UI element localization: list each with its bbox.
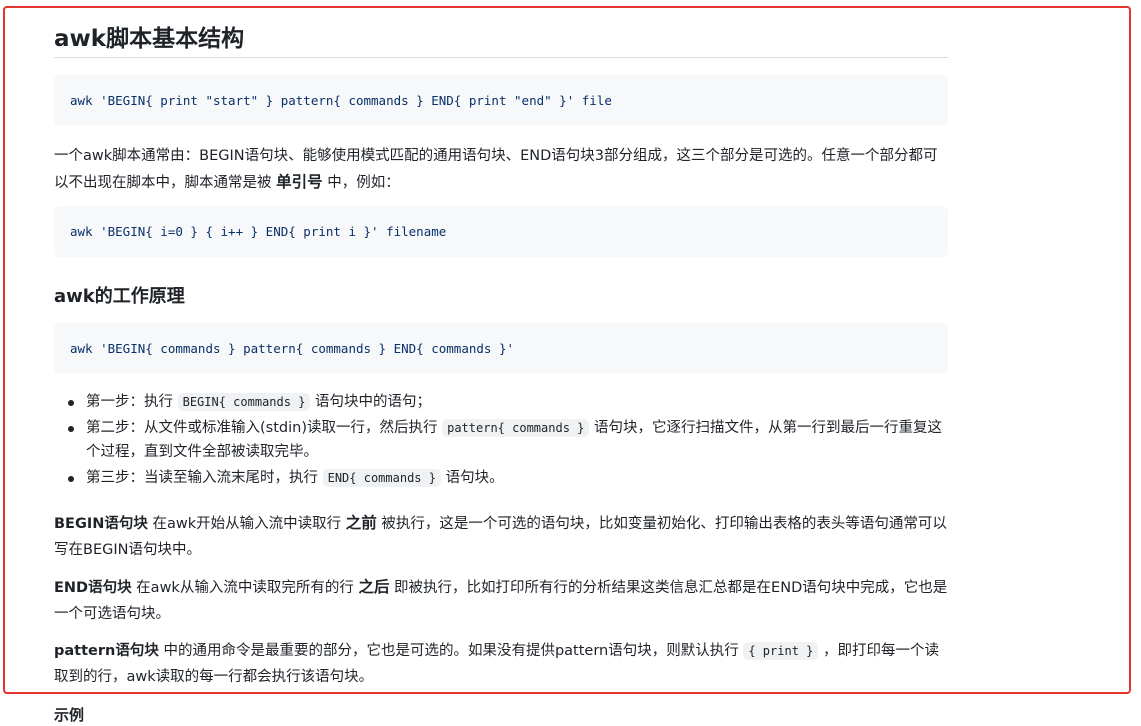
example-heading: 示例 (54, 706, 85, 724)
pattern-label: pattern语句块 (54, 643, 159, 659)
intro-text: 一个awk脚本通常由：BEGIN语句块、能够使用模式匹配的通用语句块、END语句… (54, 148, 938, 191)
code-text: awk 'BEGIN{ i=0 } { i++ } END{ print i }… (70, 224, 447, 239)
end-strong: 之后 (358, 578, 390, 596)
step-text: 语句块中的语句； (310, 394, 432, 410)
code-text: awk 'BEGIN{ commands } pattern{ commands… (70, 341, 515, 356)
intro-strong: 单引号 (276, 173, 323, 191)
pattern-block-paragraph: pattern语句块 中的通用命令是最重要的部分，它也是可选的。如果没有提供pa… (54, 638, 948, 690)
step-text: 第一步：执行 (86, 394, 178, 410)
step-text: 第三步：当读至输入流末尾时，执行 (86, 470, 323, 486)
step-text: 第二步：从文件或标准输入(stdin)读取一行，然后执行 (86, 420, 443, 436)
code-block-structure[interactable]: awk 'BEGIN{ print "start" } pattern{ com… (54, 75, 948, 126)
code-text: awk 'BEGIN{ print "start" } pattern{ com… (70, 93, 612, 108)
steps-list: 第一步：执行 BEGIN{ commands } 语句块中的语句； 第二步：从文… (54, 390, 948, 492)
inline-code: pattern{ commands } (442, 419, 590, 437)
end-label: END语句块 (54, 580, 132, 596)
inline-code: BEGIN{ commands } (177, 393, 311, 411)
section-heading-working-principle: awk的工作原理 (54, 286, 185, 307)
begin-label: BEGIN语句块 (54, 516, 148, 532)
begin-block-paragraph: BEGIN语句块 在awk开始从输入流中读取行 之前 被执行，这是一个可选的语句… (54, 510, 948, 563)
inline-code: END{ commands } (322, 469, 441, 487)
end-block-paragraph: END语句块 在awk从输入流中读取完所有的行 之后 即被执行，比如打印所有行的… (54, 574, 948, 627)
pattern-text: 中的通用命令是最重要的部分，它也是可选的。如果没有提供pattern语句块，则默… (158, 643, 744, 659)
intro-paragraph: 一个awk脚本通常由：BEGIN语句块、能够使用模式匹配的通用语句块、END语句… (54, 143, 948, 196)
code-block-example[interactable]: awk 'BEGIN{ i=0 } { i++ } END{ print i }… (54, 206, 948, 257)
list-item: 第二步：从文件或标准输入(stdin)读取一行，然后执行 pattern{ co… (54, 416, 948, 464)
list-item: 第三步：当读至输入流末尾时，执行 END{ commands } 语句块。 (54, 466, 948, 490)
step-text: 语句块。 (440, 470, 504, 486)
inline-code: { print } (743, 642, 819, 660)
end-text: 在awk从输入流中读取完所有的行 (131, 580, 359, 596)
page-title: awk脚本基本结构 (54, 22, 948, 58)
begin-text: 在awk开始从输入流中读取行 (147, 516, 346, 532)
code-block-principle[interactable]: awk 'BEGIN{ commands } pattern{ commands… (54, 323, 948, 374)
intro-text-end: 中，例如： (322, 175, 400, 191)
list-item: 第一步：执行 BEGIN{ commands } 语句块中的语句； (54, 390, 948, 414)
begin-strong: 之前 (345, 514, 377, 532)
